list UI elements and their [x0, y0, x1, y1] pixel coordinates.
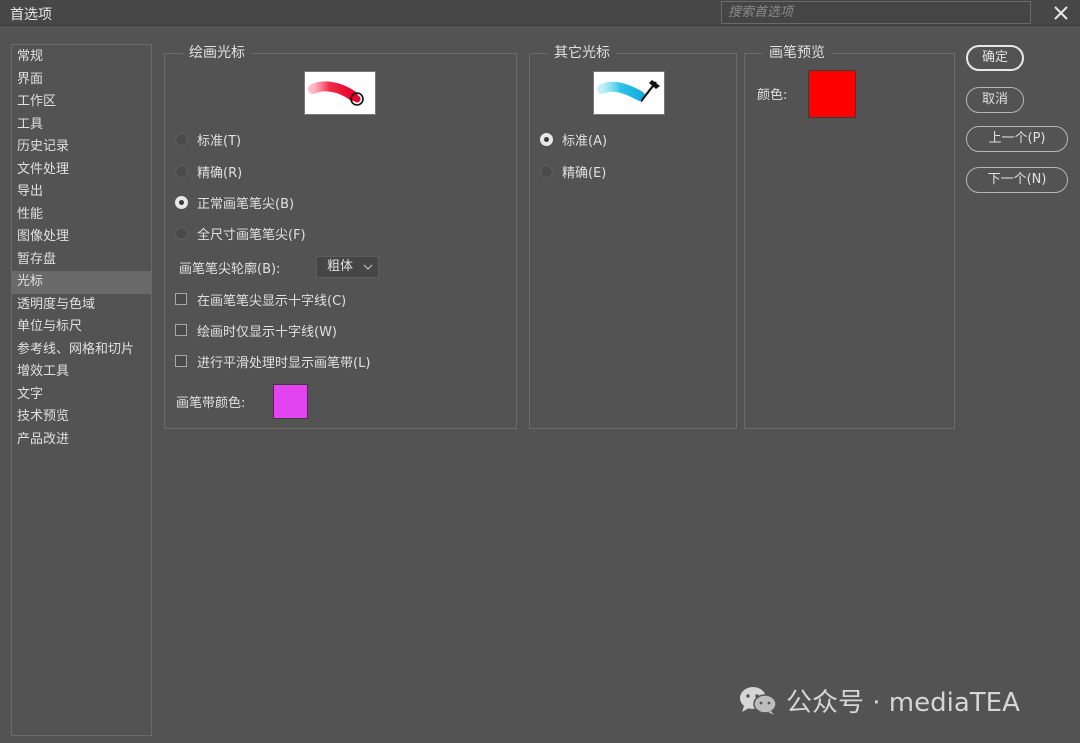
sidebar-item-transparency-gamut[interactable]: 透明度与色域	[12, 294, 151, 317]
checkbox-label: 在画笔笔尖显示十字线(C)	[197, 293, 347, 309]
brush-leash-color-swatch[interactable]	[273, 384, 308, 419]
close-icon	[1054, 6, 1068, 20]
sidebar-item-cursors[interactable]: 光标	[12, 271, 151, 294]
sidebar-item-interface[interactable]: 界面	[12, 69, 151, 92]
next-button[interactable]: 下一个(N)	[966, 167, 1068, 193]
radio-button[interactable]	[540, 164, 553, 178]
sidebar-item-general[interactable]: 常规	[12, 46, 151, 69]
watermark: 公众号 · mediaTEA	[738, 682, 1020, 719]
brush-preview-color-swatch[interactable]	[808, 70, 856, 118]
radio-button[interactable]	[175, 226, 188, 240]
radio-painting-full-size-brush-tip[interactable]: 全尺寸画笔笔尖(F)	[175, 223, 306, 243]
checkbox-label: 进行平滑处理时显示画笔带(L)	[197, 355, 371, 371]
sidebar-item-technology-previews[interactable]: 技术预览	[12, 406, 151, 429]
radio-label: 精确(E)	[562, 165, 607, 181]
sidebar-item-scratch-disks[interactable]: 暂存盘	[12, 249, 151, 272]
sidebar-item-export[interactable]: 导出	[12, 181, 151, 204]
title-bar: 首选项	[0, 0, 1080, 26]
sidebar-item-image-processing[interactable]: 图像处理	[12, 226, 151, 249]
brush-tip-outline-label: 画笔笔尖轮廓(B):	[179, 262, 281, 277]
checkbox[interactable]	[175, 324, 187, 336]
checkbox[interactable]	[175, 293, 187, 305]
sidebar-item-history-log[interactable]: 历史记录	[12, 136, 151, 159]
radio-painting-normal-brush-tip[interactable]: 正常画笔笔尖(B)	[175, 192, 294, 212]
radio-button-checked[interactable]	[540, 132, 553, 146]
checkbox-only-crosshair-while-painting[interactable]: 绘画时仅显示十字线(W)	[175, 320, 337, 340]
search-input[interactable]	[721, 1, 1031, 24]
radio-label: 正常画笔笔尖(B)	[197, 196, 295, 212]
brush-preview-title: 画笔预览	[763, 42, 831, 62]
radio-label: 标准(T)	[197, 133, 242, 149]
sidebar-item-guides-grid-slices[interactable]: 参考线、网格和切片	[12, 339, 151, 362]
radio-painting-precise[interactable]: 精确(R)	[175, 161, 242, 181]
sidebar-item-tools[interactable]: 工具	[12, 114, 151, 137]
eyedropper-stroke-preview-icon	[597, 80, 660, 103]
other-cursors-panel: 其它光标 标准(A) 精确(E)	[529, 42, 737, 429]
ok-button[interactable]: 确定	[966, 45, 1024, 71]
window-title: 首选项	[10, 7, 52, 23]
chevron-down-icon	[363, 264, 373, 270]
checkbox-show-crosshair-in-brush-tip[interactable]: 在画笔笔尖显示十字线(C)	[175, 289, 346, 309]
sidebar-item-type[interactable]: 文字	[12, 384, 151, 407]
brush-preview-panel: 画笔预览 颜色:	[744, 42, 955, 429]
checkbox-show-brush-leash-while-smoothing[interactable]: 进行平滑处理时显示画笔带(L)	[175, 351, 370, 371]
brush-stroke-preview-icon	[308, 81, 364, 106]
painting-cursors-title: 绘画光标	[183, 42, 251, 62]
sidebar-item-performance[interactable]: 性能	[12, 204, 151, 227]
sidebar-item-file-handling[interactable]: 文件处理	[12, 159, 151, 182]
radio-label: 全尺寸画笔笔尖(F)	[197, 227, 306, 243]
radio-label: 标准(A)	[562, 133, 608, 149]
radio-label: 精确(R)	[197, 165, 243, 181]
close-button[interactable]	[1050, 2, 1072, 24]
other-cursors-title: 其它光标	[548, 42, 616, 62]
checkbox-label: 绘画时仅显示十字线(W)	[197, 324, 337, 340]
checkbox[interactable]	[175, 355, 187, 367]
sidebar-item-product-improvement[interactable]: 产品改进	[12, 429, 151, 452]
sidebar-item-workspace[interactable]: 工作区	[12, 91, 151, 114]
wechat-icon	[740, 686, 777, 715]
cancel-button[interactable]: 取消	[966, 87, 1024, 113]
brush-preview-color-label: 颜色:	[757, 88, 788, 103]
brush-leash-color-label: 画笔带颜色:	[176, 396, 246, 411]
watermark-text: 公众号 · mediaTEA	[786, 688, 1020, 718]
radio-other-standard[interactable]: 标准(A)	[540, 129, 607, 149]
radio-button[interactable]	[175, 164, 188, 178]
brush-tip-outline-select[interactable]: 粗体	[316, 256, 379, 278]
painting-cursor-preview	[304, 71, 376, 115]
radio-button[interactable]	[175, 132, 188, 146]
sidebar: 常规 界面 工作区 工具 历史记录 文件处理 导出 性能 图像处理 暂存盘 光标…	[11, 44, 152, 736]
radio-other-precise[interactable]: 精确(E)	[540, 161, 606, 181]
other-cursor-preview	[593, 71, 665, 115]
sidebar-item-units-rulers[interactable]: 单位与标尺	[12, 316, 151, 339]
radio-button-checked[interactable]	[175, 195, 188, 209]
brush-tip-outline-value: 粗体	[327, 259, 354, 274]
painting-cursors-panel: 绘画光标 标准(T) 精确(R) 正常画笔笔尖(B) 全尺寸画笔笔尖(F) 画笔…	[164, 42, 517, 429]
sidebar-item-plugins[interactable]: 增效工具	[12, 361, 151, 384]
previous-button[interactable]: 上一个(P)	[966, 126, 1068, 152]
radio-painting-standard[interactable]: 标准(T)	[175, 129, 241, 149]
